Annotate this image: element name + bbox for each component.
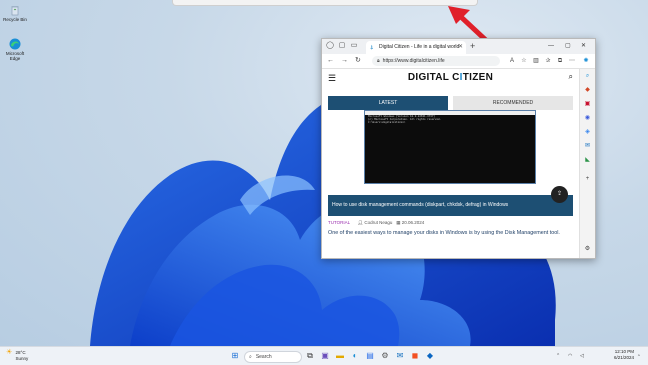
site-favicon-icon: ⍋	[370, 45, 374, 51]
article-thumbnail[interactable]: Microsoft Windows [Version 10.0.22631.37…	[328, 110, 573, 205]
article-meta: TUTORIAL 👤︎ Codrut Neagu ▦ 20.06.2024	[328, 219, 573, 227]
desktop-icon-label: Recycle Bin	[3, 17, 27, 22]
edge-sidebar: ⌕ ◆ ▣ ◉ ◈ ✉ ◣ + ⚙	[579, 69, 595, 258]
search-sidebar-icon[interactable]: ⌕	[583, 72, 592, 81]
taskbar: ☀ 28°C Sunny ⊞ ⌕ Search ⧉ ▣ ▬ ◐ ▤ ⚙ ✉ ◼ ◆…	[0, 346, 648, 365]
weather-widget[interactable]: ☀ 28°C Sunny	[6, 349, 29, 362]
split-screen-icon[interactable]: ▥	[532, 57, 540, 65]
maximize-icon[interactable]: ▢	[565, 41, 571, 51]
shopping-icon[interactable]: ◆	[583, 86, 592, 95]
calendar-icon: ▦	[396, 220, 401, 225]
taskbar-search[interactable]: ⌕ Search	[244, 351, 302, 363]
minimize-icon[interactable]: —	[548, 41, 554, 51]
drop-icon[interactable]: ◣	[583, 156, 592, 165]
web-page: ☰ DIGITAL CITIZEN ⌕ LATEST RECOMMENDED M…	[322, 69, 579, 258]
article-excerpt: One of the easiest ways to manage your d…	[328, 230, 560, 236]
office-icon[interactable]: ◈	[583, 128, 592, 137]
app-icon[interactable]: ◆	[425, 351, 435, 361]
favorites-icon[interactable]: ✰	[544, 57, 552, 65]
mail-icon[interactable]: ✉	[395, 351, 405, 361]
command-prompt-screenshot: Microsoft Windows [Version 10.0.22631.37…	[364, 110, 536, 184]
tab-recommended[interactable]: RECOMMENDED	[453, 96, 573, 110]
clock-time: 12:10 PM	[614, 349, 634, 354]
address-bar[interactable]: 🔒︎ https://www.digitalcitizen.life	[372, 56, 500, 66]
weather-desc: Sunny	[15, 356, 29, 361]
site-header: ☰ DIGITAL CITIZEN ⌕	[322, 69, 579, 87]
tab-actions-icon[interactable]: ▭	[350, 42, 358, 50]
favorite-icon[interactable]: ☆	[520, 57, 528, 65]
refresh-icon[interactable]: ↻	[355, 56, 361, 66]
share-icon[interactable]: ⇪	[551, 186, 568, 203]
clock-date: 6/21/2024	[613, 355, 634, 360]
content-tabs: LATEST RECOMMENDED	[328, 96, 573, 110]
new-tab-icon[interactable]: +	[470, 41, 475, 52]
article-tag[interactable]: TUTORIAL	[328, 220, 350, 225]
forward-icon[interactable]: →	[341, 56, 348, 66]
tray-chevron-icon[interactable]: ⌃	[556, 351, 560, 361]
tab-strip: ◯ ▢ ▭ ⍋ Digital Citizen - Life in a digit…	[322, 39, 595, 54]
notifications-icon[interactable]: ◔	[637, 351, 640, 361]
author-icon: 👤︎	[357, 220, 364, 225]
workspaces-icon[interactable]: ▢	[338, 42, 346, 50]
lock-icon: 🔒︎	[377, 58, 380, 64]
tools-icon[interactable]: ▣	[583, 100, 592, 109]
logo-text: DIGITAL C	[407, 72, 460, 83]
volume-icon[interactable]: ◁	[580, 351, 584, 361]
desktop-icon-recycle-bin[interactable]: Recycle Bin	[2, 4, 28, 23]
browser-tab[interactable]: ⍋ Digital Citizen - Life in a digital wor…	[366, 41, 466, 54]
edge-browser-window[interactable]: ◯ ▢ ▭ ⍋ Digital Citizen - Life in a digit…	[321, 38, 596, 259]
tab-latest[interactable]: LATEST	[328, 96, 448, 110]
search-placeholder: Search	[255, 354, 272, 360]
outlook-icon[interactable]: ✉	[583, 142, 592, 151]
more-icon[interactable]: ⋯	[568, 57, 576, 65]
profile-icon[interactable]: ◯	[326, 42, 334, 50]
article-date: 20.06.2024	[401, 220, 425, 225]
add-sidebar-icon[interactable]: +	[583, 175, 592, 184]
collections-icon[interactable]: ⧉	[556, 57, 564, 65]
recycle-bin-icon	[9, 4, 21, 16]
desktop-icon-microsoft-edge[interactable]: Microsoft Edge	[2, 38, 28, 62]
task-view-icon[interactable]: ⧉	[305, 351, 315, 361]
desktop-icon-label: Microsoft Edge	[5, 51, 25, 61]
snap-layout-bar[interactable]	[172, 0, 478, 6]
sidebar-settings-icon[interactable]: ⚙	[583, 245, 592, 254]
article-author[interactable]: Codrut Neagu	[364, 220, 392, 225]
file-explorer-icon[interactable]: ▬	[335, 351, 345, 361]
clock[interactable]: 12:10 PM 6/21/2024	[598, 349, 634, 361]
weather-temp: 28°C	[15, 350, 26, 355]
desktop: Recycle Bin Microsoft Edge ◯ ▢ ▭ ⍋ Digita…	[0, 0, 648, 346]
tab-title: Digital Citizen - Life in a digital worl…	[379, 44, 460, 50]
read-aloud-icon[interactable]: A	[508, 57, 516, 65]
wifi-icon[interactable]: ◠	[568, 351, 572, 361]
site-logo[interactable]: DIGITAL CITIZEN	[322, 72, 579, 84]
store-icon[interactable]: ▤	[365, 351, 375, 361]
back-icon[interactable]: ←	[327, 56, 334, 66]
address-bar-row: ← → ↻ 🔒︎ https://www.digitalcitizen.life …	[322, 54, 595, 69]
close-window-icon[interactable]: ✕	[581, 41, 586, 51]
edge-taskbar-icon[interactable]: ◐	[350, 351, 360, 361]
cmd-line: C:\Users\digitalcitizen>	[368, 121, 406, 125]
start-icon[interactable]: ⊞	[230, 351, 240, 361]
chat-icon[interactable]: ▣	[320, 351, 330, 361]
article-title[interactable]: How to use disk management commands (dis…	[328, 195, 573, 216]
edge-icon	[9, 38, 21, 50]
copilot-icon[interactable]: ✺	[582, 57, 590, 65]
settings-taskbar-icon[interactable]: ⚙	[380, 351, 390, 361]
url-text: https://www.digitalcitizen.life	[382, 58, 445, 64]
office-taskbar-icon[interactable]: ◼	[410, 351, 420, 361]
search-icon[interactable]: ⌕	[569, 72, 573, 82]
logo-text-end: TIZEN	[462, 72, 494, 83]
close-tab-icon[interactable]: ✕	[458, 41, 463, 54]
sun-icon: ☀	[6, 349, 13, 356]
search-icon: ⌕	[249, 354, 252, 360]
games-icon[interactable]: ◉	[583, 114, 592, 123]
